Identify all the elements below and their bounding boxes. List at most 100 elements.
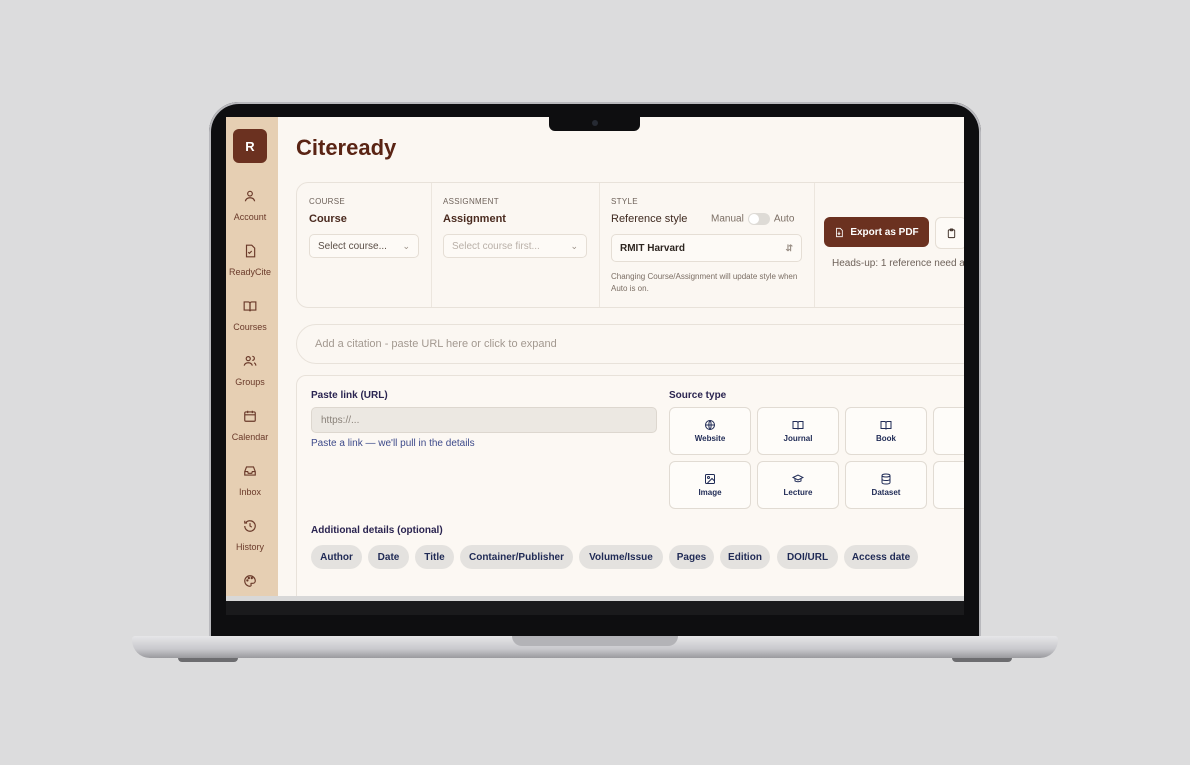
style-hint: Changing Course/Assignment will update s… xyxy=(611,272,798,293)
source-type-dataset[interactable]: Dataset xyxy=(845,461,927,509)
sidebar-item-label: ReadyCite xyxy=(228,267,272,277)
source-type-label-text: Lecture xyxy=(783,488,813,497)
source-type-website[interactable]: Website xyxy=(669,407,751,455)
url-input-placeholder: https://... xyxy=(321,414,360,426)
source-type-lecture[interactable]: Lecture xyxy=(757,461,839,509)
chip-container-publisher[interactable]: Container/Publisher xyxy=(460,545,573,569)
source-type-label: Source type xyxy=(669,390,727,401)
laptop-base-notch xyxy=(512,636,678,646)
chip-date[interactable]: Date xyxy=(368,545,409,569)
chip-edition[interactable]: Edition xyxy=(720,545,770,569)
assignment-label: Assignment xyxy=(443,213,506,225)
source-type-journal[interactable]: Journal xyxy=(757,407,839,455)
additional-details-label: Additional details (optional) xyxy=(311,525,443,536)
settings-card: COURSE Course Select course... ⌄ ASSIGNM… xyxy=(296,182,964,308)
source-type-label-text: Website xyxy=(694,434,726,443)
toggle-right-label: Auto xyxy=(773,213,795,225)
auto-toggle-row: Manual Auto xyxy=(711,213,794,225)
updown-chevron-icon: ⇵ xyxy=(785,243,793,253)
divider xyxy=(431,183,432,307)
users-icon xyxy=(243,355,257,366)
auto-toggle[interactable] xyxy=(747,213,770,225)
course-select[interactable]: Select course... ⌄ xyxy=(309,234,419,258)
headsup-message: Heads-up: 1 reference need a xyxy=(832,258,964,269)
sidebar: R Account ReadyCite Courses Groups Calen… xyxy=(226,117,278,601)
divider xyxy=(599,183,600,307)
image-icon xyxy=(705,474,715,484)
chip-pages[interactable]: Pages xyxy=(669,545,714,569)
screen-chin xyxy=(226,601,964,615)
source-type-video[interactable]: V xyxy=(933,407,964,455)
assignment-select[interactable]: Select course first... ⌄ xyxy=(443,234,587,258)
export-pdf-button[interactable]: Export as PDF xyxy=(824,217,929,247)
chip-volume-issue[interactable]: Volume/Issue xyxy=(579,545,663,569)
sidebar-item-label: Groups xyxy=(235,377,265,387)
laptop-foot xyxy=(952,658,1012,662)
source-type-label-text: Dataset xyxy=(871,488,901,497)
sidebar-item-account[interactable]: Account xyxy=(226,189,274,225)
file-check-icon xyxy=(245,244,256,258)
open-book-icon xyxy=(792,421,804,430)
divider xyxy=(814,183,815,307)
chip-title[interactable]: Title xyxy=(415,545,454,569)
laptop-foot xyxy=(178,658,238,662)
source-type-label-text: Journal xyxy=(783,434,813,443)
graduation-cap-icon xyxy=(792,474,804,483)
url-input[interactable]: https://... xyxy=(311,407,657,433)
sidebar-item-label: Courses xyxy=(233,322,267,332)
book-open-icon xyxy=(243,301,257,312)
sidebar-item-theme[interactable] xyxy=(226,574,274,592)
assignment-eyebrow: ASSIGNMENT xyxy=(443,197,499,206)
style-label: Reference style xyxy=(611,213,688,225)
app-screen: R Account ReadyCite Courses Groups Calen… xyxy=(226,117,964,601)
add-citation-placeholder: Add a citation - paste URL here or click… xyxy=(315,338,557,350)
course-eyebrow: COURSE xyxy=(309,197,346,206)
database-icon xyxy=(881,473,891,485)
clipboard-icon xyxy=(947,227,955,238)
copy-button[interactable] xyxy=(935,217,964,249)
sidebar-item-label: Calendar xyxy=(231,432,269,442)
sidebar-item-label: Inbox xyxy=(238,487,262,497)
source-type-book[interactable]: Book xyxy=(845,407,927,455)
source-type-other[interactable]: O xyxy=(933,461,964,509)
url-label: Paste link (URL) xyxy=(311,390,388,401)
sidebar-item-groups[interactable]: Groups xyxy=(226,354,274,390)
chevron-down-icon: ⌄ xyxy=(570,241,578,251)
file-download-icon xyxy=(836,227,844,237)
sidebar-item-label: History xyxy=(235,542,264,552)
main-content: Citeready COURSE Course Select course...… xyxy=(278,117,964,601)
calendar-icon xyxy=(244,410,256,422)
toggle-left-label: Manual xyxy=(711,213,744,225)
export-pdf-label: Export as PDF xyxy=(850,226,919,238)
chevron-down-icon: ⌄ xyxy=(402,241,410,251)
url-help-text: Paste a link — we'll pull in the details xyxy=(311,438,475,449)
assignment-select-value: Select course first... xyxy=(452,240,540,252)
book-icon xyxy=(880,421,892,430)
style-select[interactable]: RMIT Harvard ⇵ xyxy=(611,234,802,262)
history-icon xyxy=(244,520,256,532)
user-icon xyxy=(244,190,256,202)
page-title: Citeready xyxy=(296,135,397,160)
style-eyebrow: STYLE xyxy=(611,197,638,206)
add-citation-bar[interactable]: Add a citation - paste URL here or click… xyxy=(296,324,964,364)
sidebar-item-courses[interactable]: Courses xyxy=(226,299,274,335)
citation-form-panel: Paste link (URL) https://... Paste a lin… xyxy=(296,375,964,601)
sidebar-item-label: Account xyxy=(233,212,267,222)
source-type-label-text: Image xyxy=(698,488,722,497)
avatar[interactable]: R xyxy=(233,129,267,163)
sidebar-item-calendar[interactable]: Calendar xyxy=(226,409,274,445)
chip-doi-url[interactable]: DOI/URL xyxy=(777,545,838,569)
chip-author[interactable]: Author xyxy=(311,545,362,569)
source-type-label-text: Book xyxy=(876,434,896,443)
chip-access-date[interactable]: Access date xyxy=(844,545,918,569)
sidebar-item-inbox[interactable]: Inbox xyxy=(226,464,274,500)
style-select-value: RMIT Harvard xyxy=(620,242,686,254)
source-type-image[interactable]: Image xyxy=(669,461,751,509)
palette-icon xyxy=(244,575,256,587)
sidebar-item-readycite[interactable]: ReadyCite xyxy=(226,244,274,280)
course-label: Course xyxy=(309,213,347,225)
camera-icon xyxy=(592,120,598,126)
globe-icon xyxy=(705,420,715,430)
sidebar-item-history[interactable]: History xyxy=(226,519,274,555)
inbox-icon xyxy=(244,466,256,476)
